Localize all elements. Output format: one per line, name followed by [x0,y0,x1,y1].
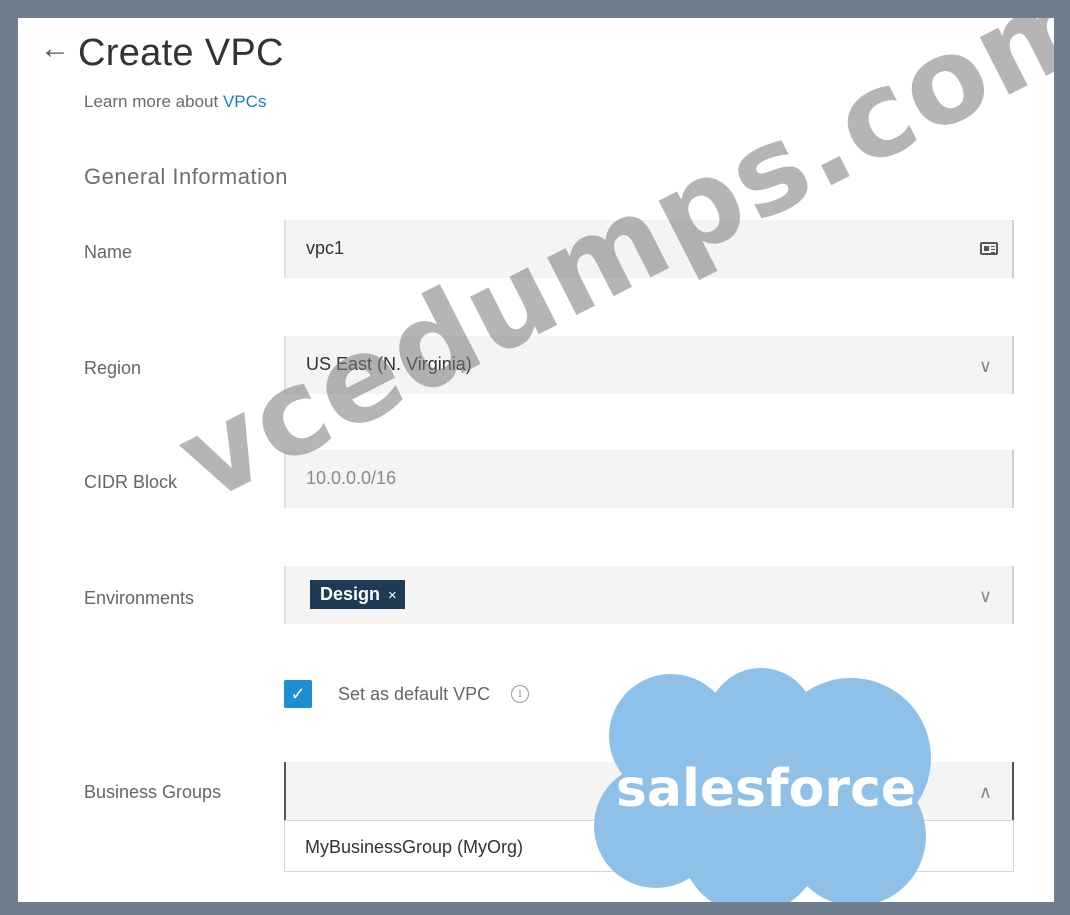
name-field[interactable]: vpc1 [284,220,1014,278]
name-label: Name [84,242,133,262]
cidr-placeholder: 10.0.0.0/16 [306,468,397,488]
region-label: Region [84,358,142,378]
business-group-option[interactable]: MyBusinessGroup (MyOrg) [305,837,523,858]
region-value: US East (N. Virginia) [306,354,472,374]
create-vpc-panel: ← Create VPC Learn more about VPCs Gener… [18,18,1054,902]
environment-tag[interactable]: Design × [310,580,405,609]
business-groups-select[interactable]: ∧ [284,762,1014,820]
vpcs-link[interactable]: VPCs [223,92,266,111]
environments-label: Environments [84,588,195,608]
environment-tag-label: Design [320,584,381,604]
region-select[interactable]: US East (N. Virginia) ∨ [284,336,1014,394]
arrow-left-icon[interactable]: ← [40,34,70,64]
name-value: vpc1 [306,238,345,258]
close-icon[interactable]: × [388,587,397,604]
cidr-input[interactable]: 10.0.0.0/16 [284,450,1014,508]
chevron-down-icon[interactable]: ∨ [979,356,992,377]
learn-more-text: Learn more about VPCs [84,92,266,112]
chevron-down-icon[interactable]: ∨ [979,586,992,607]
business-groups-dropdown: MyBusinessGroup (MyOrg) [284,820,1014,872]
default-vpc-label: Set as default VPC [338,684,491,704]
cidr-label: CIDR Block [84,472,178,492]
business-groups-label: Business Groups [84,782,222,802]
page-title: Create VPC [78,32,284,74]
chevron-up-icon[interactable]: ∧ [979,782,992,803]
environments-select[interactable]: Design × ∨ [284,566,1014,624]
info-icon[interactable]: i [511,685,529,703]
section-title: General Information [84,164,288,189]
default-vpc-checkbox[interactable]: ✓ [284,680,312,708]
learn-more-prefix: Learn more about [84,92,219,111]
contact-card-icon[interactable] [980,242,998,255]
